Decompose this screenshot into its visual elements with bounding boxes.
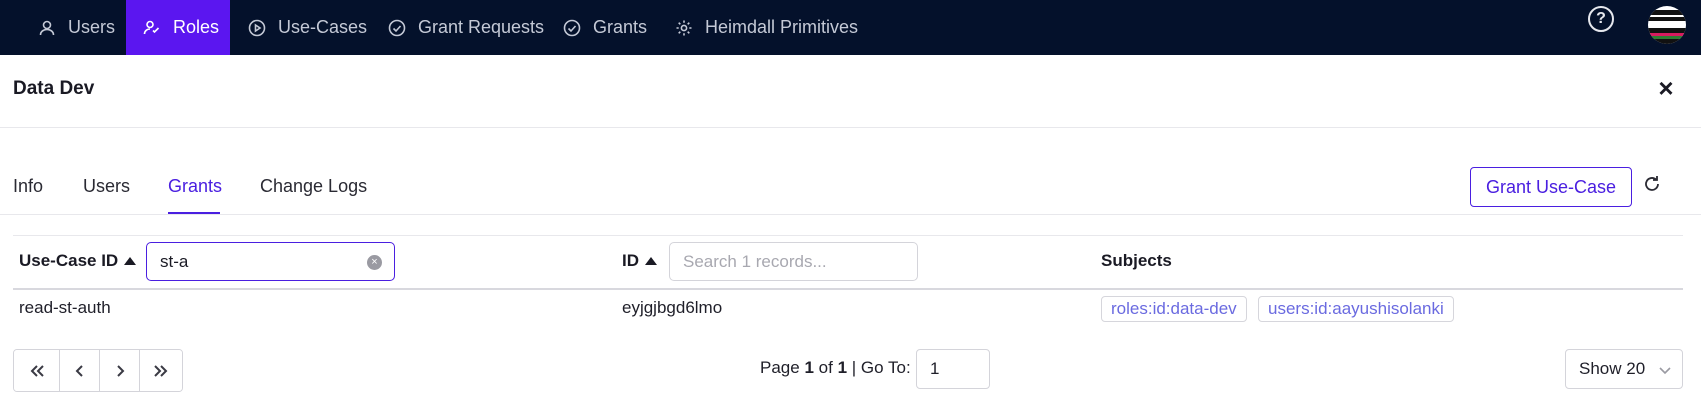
nav-item-users[interactable]: Users	[38, 0, 115, 55]
help-icon[interactable]: ?	[1588, 6, 1614, 32]
roles-icon	[143, 20, 160, 34]
double-chevron-right-icon	[154, 364, 168, 377]
tab-grants[interactable]: Grants	[168, 176, 222, 197]
gear-icon	[676, 20, 692, 35]
clear-icon[interactable]: ×	[367, 255, 382, 270]
tab-users[interactable]: Users	[83, 176, 130, 197]
goto-page-input[interactable]: 1	[916, 349, 990, 389]
nav-item-label: Heimdall Primitives	[705, 17, 859, 37]
nav-item-grants[interactable]: Grants	[563, 0, 647, 55]
next-page-button[interactable]	[100, 350, 140, 391]
first-page-button[interactable]	[14, 350, 60, 391]
column-header-label: Use-Case ID	[19, 251, 119, 270]
table-top-border	[13, 235, 1683, 236]
tab-change-logs[interactable]: Change Logs	[260, 176, 367, 197]
chevron-left-icon	[75, 364, 83, 377]
nav-item-heimdall-primitives[interactable]: Heimdall Primitives	[675, 0, 858, 55]
subject-chip[interactable]: users:id:aayushisolanki	[1258, 296, 1454, 322]
column-header-label: ID	[622, 251, 639, 270]
use-case-id-filter-input[interactable]: st-a ×	[146, 242, 395, 281]
chevron-down-icon	[1659, 367, 1671, 375]
user-icon	[39, 20, 55, 35]
tab-info[interactable]: Info	[13, 176, 43, 197]
filter-value: st-a	[160, 251, 189, 271]
total-pages: 1	[837, 358, 848, 377]
cell-use-case-id: read-st-auth	[19, 298, 111, 317]
nav-item-label: Users	[68, 17, 116, 37]
page-indicator: Page 1 of 1 | Go To:	[760, 358, 911, 378]
nav-item-use-cases[interactable]: Use-Cases	[248, 0, 367, 55]
sort-ascending-icon	[645, 257, 657, 265]
double-chevron-left-icon	[30, 364, 44, 377]
page-size-select[interactable]: Show 20	[1565, 349, 1683, 389]
column-header-label: Subjects	[1101, 251, 1172, 270]
table-header-divider	[13, 288, 1683, 290]
play-circle-icon	[248, 19, 266, 36]
check-circle-icon	[388, 19, 406, 36]
previous-page-button[interactable]	[60, 350, 100, 391]
pagination-controls	[13, 349, 183, 392]
page-size-label: Show 20	[1579, 359, 1646, 378]
page-title: Data Dev	[13, 78, 95, 99]
nav-item-label: Use-Cases	[278, 17, 368, 37]
column-header-subjects: Subjects	[1101, 251, 1172, 271]
top-nav: Users Roles Use-Cases Grant Requests Gra…	[0, 0, 1701, 55]
tabs-divider	[0, 214, 1701, 215]
goto-label: | Go To:	[851, 358, 911, 377]
check-circle-icon	[563, 19, 581, 36]
grant-use-case-button[interactable]: Grant Use-Case	[1470, 167, 1632, 207]
last-page-button[interactable]	[140, 350, 182, 391]
nav-item-label: Grant Requests	[418, 17, 545, 37]
of-label: of	[818, 358, 833, 377]
column-header-id[interactable]: ID	[622, 251, 657, 271]
nav-item-label: Roles	[173, 17, 220, 37]
nav-item-roles[interactable]: Roles	[126, 0, 230, 55]
id-filter-input[interactable]: Search 1 records...	[669, 242, 918, 281]
divider	[0, 127, 1701, 128]
nav-item-grant-requests[interactable]: Grant Requests	[388, 0, 544, 55]
refresh-icon[interactable]	[1641, 173, 1663, 195]
avatar[interactable]	[1648, 6, 1686, 44]
chevron-right-icon	[116, 364, 124, 377]
close-icon[interactable]: ×	[1654, 75, 1678, 101]
goto-value: 1	[930, 359, 940, 378]
subject-chip[interactable]: roles:id:data-dev	[1101, 296, 1247, 322]
filter-placeholder: Search 1 records...	[683, 251, 827, 271]
nav-item-label: Grants	[593, 17, 648, 37]
sort-ascending-icon	[124, 257, 137, 265]
current-page: 1	[804, 358, 814, 377]
page-label: Page	[760, 358, 800, 377]
cell-id: eyjgjbgd6lmo	[622, 298, 723, 317]
column-header-use-case-id[interactable]: Use-Case ID	[19, 251, 137, 271]
